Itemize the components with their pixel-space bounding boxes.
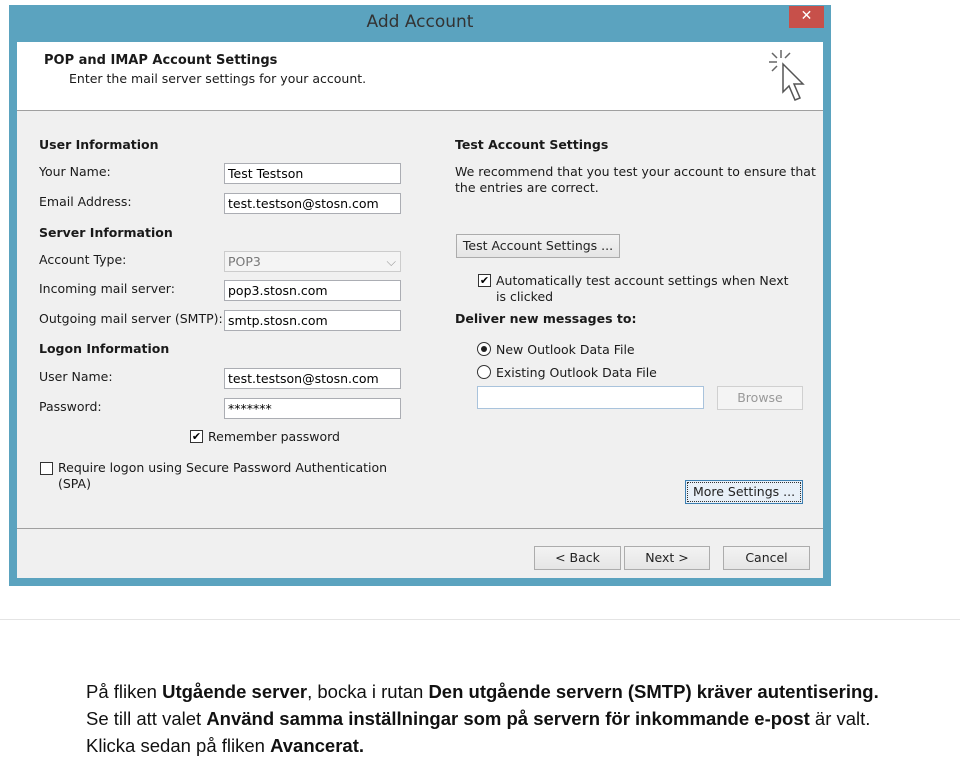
next-button[interactable]: Next >: [624, 546, 710, 570]
incoming-input[interactable]: pop3.stosn.com: [224, 280, 401, 301]
header-subtitle: Enter the mail server settings for your …: [69, 71, 367, 86]
cursor-sparkle-icon: [769, 50, 805, 101]
instr-text: Klicka sedan på fliken: [86, 735, 271, 756]
spa-label-2: (SPA): [58, 476, 91, 491]
instr-bold: Avancerat.: [270, 735, 365, 756]
username-label: User Name:: [39, 369, 113, 384]
account-type-label: Account Type:: [39, 252, 127, 267]
outgoing-input[interactable]: smtp.stosn.com: [224, 310, 401, 331]
instr-bold: Utgående server: [162, 681, 308, 702]
add-account-window: Add Account ✕ POP and IMAP Account Setti…: [9, 5, 831, 586]
spa-checkbox[interactable]: [40, 462, 53, 475]
instr-bold: Använd samma inställningar som på server…: [206, 708, 810, 729]
instructions: På fliken Utgående server, bocka i rutan…: [86, 678, 886, 759]
name-input[interactable]: Test Testson: [224, 163, 401, 184]
dialog-client: POP and IMAP Account Settings Enter the …: [17, 42, 823, 578]
test-desc: We recommend that you test your account …: [455, 164, 816, 179]
incoming-label: Incoming mail server:: [39, 281, 175, 296]
username-input[interactable]: test.testson@stosn.com: [224, 368, 401, 389]
new-data-file-radio[interactable]: [477, 342, 491, 356]
name-label: Your Name:: [39, 164, 111, 179]
more-settings-button[interactable]: More Settings ...: [685, 480, 803, 504]
instr-text: , bocka i rutan: [307, 681, 429, 702]
password-input[interactable]: *******: [224, 398, 401, 419]
auto-test-label-2: is clicked: [496, 289, 554, 304]
browse-button[interactable]: Browse: [717, 386, 803, 410]
instr-text: Se till att valet: [86, 708, 207, 729]
auto-test-checkbox[interactable]: ✔: [478, 274, 491, 287]
deliver-heading: Deliver new messages to:: [455, 311, 637, 326]
instr-text: är valt.: [809, 708, 871, 729]
chevron-down-icon: ⌵: [386, 254, 396, 269]
new-data-file-label: New Outlook Data File: [496, 342, 635, 357]
user-info-heading: User Information: [39, 137, 159, 152]
divider: [17, 528, 823, 529]
test-desc-2: the entries are correct.: [455, 180, 599, 195]
divider-line: [0, 619, 960, 620]
spa-label: Require logon using Secure Password Auth…: [58, 460, 388, 475]
remember-password-label: Remember password: [208, 429, 340, 444]
cancel-button[interactable]: Cancel: [723, 546, 810, 570]
existing-data-file-radio[interactable]: [477, 365, 491, 379]
header-title: POP and IMAP Account Settings: [44, 53, 278, 68]
back-button[interactable]: < Back: [534, 546, 621, 570]
logon-info-heading: Logon Information: [39, 341, 170, 356]
test-account-settings-button[interactable]: Test Account Settings ...: [456, 234, 620, 258]
close-button[interactable]: ✕: [789, 6, 824, 28]
remember-password-checkbox[interactable]: ✔: [190, 430, 203, 443]
account-type-value: POP3: [228, 254, 261, 269]
email-label: Email Address:: [39, 194, 132, 209]
auto-test-label: Automatically test account settings when…: [496, 273, 789, 288]
server-info-heading: Server Information: [39, 225, 173, 240]
test-heading: Test Account Settings: [455, 137, 609, 152]
existing-data-file-label: Existing Outlook Data File: [496, 365, 657, 380]
account-type-select[interactable]: POP3 ⌵: [224, 251, 401, 272]
outgoing-label: Outgoing mail server (SMTP):: [39, 311, 223, 326]
dialog-header: POP and IMAP Account Settings Enter the …: [17, 42, 823, 111]
instr-bold: Den utgående servern (SMTP) kräver auten…: [428, 681, 879, 702]
password-label: Password:: [39, 399, 102, 414]
window-title: Add Account: [366, 12, 474, 32]
instr-text: På fliken: [86, 681, 163, 702]
email-input[interactable]: test.testson@stosn.com: [224, 193, 401, 214]
data-file-path-input[interactable]: [477, 386, 704, 409]
